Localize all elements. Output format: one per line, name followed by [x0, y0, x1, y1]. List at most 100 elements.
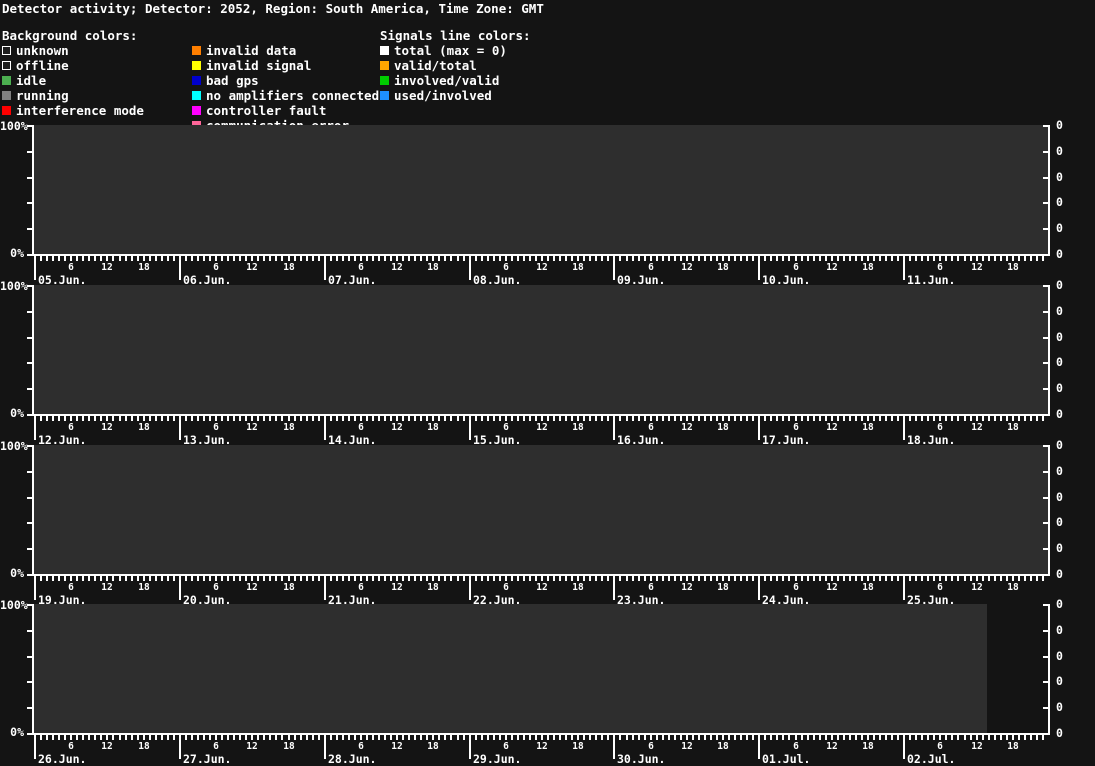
x-tick-hour: [390, 735, 392, 740]
x-tick-hour: [764, 576, 766, 581]
x-tick-hour: [82, 256, 84, 261]
y-tick-left: [27, 202, 32, 204]
x-tick-hour: [119, 576, 121, 581]
x-tick-hour: [626, 576, 628, 581]
x-tick-hour: [233, 735, 235, 740]
plot-area[interactable]: [34, 125, 1048, 254]
x-tick-hour: [915, 576, 917, 581]
x-axis-hour-label: 6: [937, 262, 943, 273]
legend-swatch-icon: [192, 61, 201, 70]
x-tick-hour: [366, 256, 368, 261]
y-tick-left: [27, 733, 32, 735]
x-tick-hour: [348, 735, 350, 740]
x-tick-hour: [378, 256, 380, 261]
x-tick-hour: [173, 416, 175, 421]
x-tick-hour: [964, 576, 966, 581]
x-tick-hour: [82, 416, 84, 421]
x-tick-hour: [318, 735, 320, 740]
x-tick-hour: [432, 576, 434, 581]
y-axis-right-tick-label: 0: [1056, 676, 1063, 687]
x-tick-hour: [680, 416, 682, 421]
x-tick-hour: [607, 256, 609, 261]
x-tick-hour: [149, 416, 151, 421]
x-tick-hour: [58, 735, 60, 740]
x-tick-hour: [82, 735, 84, 740]
x-tick-hour: [197, 256, 199, 261]
x-tick-hour: [167, 735, 169, 740]
x-tick-hour: [873, 735, 875, 740]
x-axis-hour-label: 6: [358, 582, 364, 593]
y-tick-right: [1043, 125, 1048, 127]
x-tick-hour: [728, 576, 730, 581]
x-tick-hour: [209, 416, 211, 421]
x-tick-hour: [837, 576, 839, 581]
x-tick-hour: [529, 416, 531, 421]
x-tick-hour: [680, 256, 682, 261]
x-tick-hour: [577, 256, 579, 261]
y-tick-left: [27, 311, 32, 313]
x-axis-hour-label: 6: [68, 262, 74, 273]
x-axis-hour-label: 12: [101, 741, 112, 752]
x-tick-hour: [1000, 576, 1002, 581]
x-tick-hour: [583, 735, 585, 740]
plot-area[interactable]: [34, 604, 987, 733]
x-tick-hour: [650, 735, 652, 740]
x-tick-hour: [318, 416, 320, 421]
x-tick-hour: [837, 256, 839, 261]
x-tick-hour: [481, 416, 483, 421]
x-tick-hour: [746, 576, 748, 581]
x-tick-hour: [245, 256, 247, 261]
x-tick-hour: [656, 256, 658, 261]
x-tick-hour: [487, 416, 489, 421]
x-tick-hour: [638, 735, 640, 740]
x-tick-hour: [662, 735, 664, 740]
x-tick-hour: [378, 735, 380, 740]
plot-area[interactable]: [34, 445, 1048, 574]
x-tick-hour: [571, 256, 573, 261]
x-tick-hour: [957, 576, 959, 581]
x-tick-hour: [680, 735, 682, 740]
x-tick-hour: [964, 256, 966, 261]
x-tick-hour: [849, 576, 851, 581]
x-tick-hour: [632, 735, 634, 740]
x-tick-hour: [577, 576, 579, 581]
x-tick-hour: [801, 256, 803, 261]
x-tick-hour: [52, 576, 54, 581]
x-tick-hour: [807, 735, 809, 740]
x-tick-hour: [619, 576, 621, 581]
y-tick-left: [27, 548, 32, 550]
x-tick-hour: [915, 256, 917, 261]
x-tick-hour: [891, 256, 893, 261]
x-axis-hour-label: 12: [971, 741, 982, 752]
x-axis-hour-label: 6: [213, 582, 219, 593]
x-tick-hour: [589, 256, 591, 261]
plot-area[interactable]: [34, 285, 1048, 414]
x-tick-hour: [843, 735, 845, 740]
y-axis-right-tick-label: 0: [1056, 249, 1063, 260]
x-tick-hour: [583, 416, 585, 421]
day-separator: [613, 254, 615, 280]
x-tick-hour: [227, 256, 229, 261]
x-tick-hour: [390, 416, 392, 421]
legend-item-label: total (max = 0): [394, 43, 507, 58]
x-tick-hour: [450, 576, 452, 581]
x-tick-hour: [982, 256, 984, 261]
x-tick-hour: [463, 735, 465, 740]
y-tick-left: [27, 681, 32, 683]
x-tick-hour: [161, 256, 163, 261]
x-tick-hour: [64, 735, 66, 740]
x-tick-hour: [58, 576, 60, 581]
x-tick-hour: [559, 576, 561, 581]
x-tick-hour: [740, 256, 742, 261]
x-tick-hour: [909, 416, 911, 421]
day-separator: [34, 254, 36, 280]
x-tick-hour: [933, 416, 935, 421]
x-tick-hour: [275, 256, 277, 261]
x-tick-hour: [1042, 576, 1044, 581]
x-tick-hour: [595, 576, 597, 581]
x-tick-hour: [764, 735, 766, 740]
x-axis-hour-label: 6: [648, 741, 654, 752]
legend-item-label: controller fault: [206, 103, 326, 118]
x-tick-hour: [137, 576, 139, 581]
y-tick-right: [1043, 388, 1048, 390]
